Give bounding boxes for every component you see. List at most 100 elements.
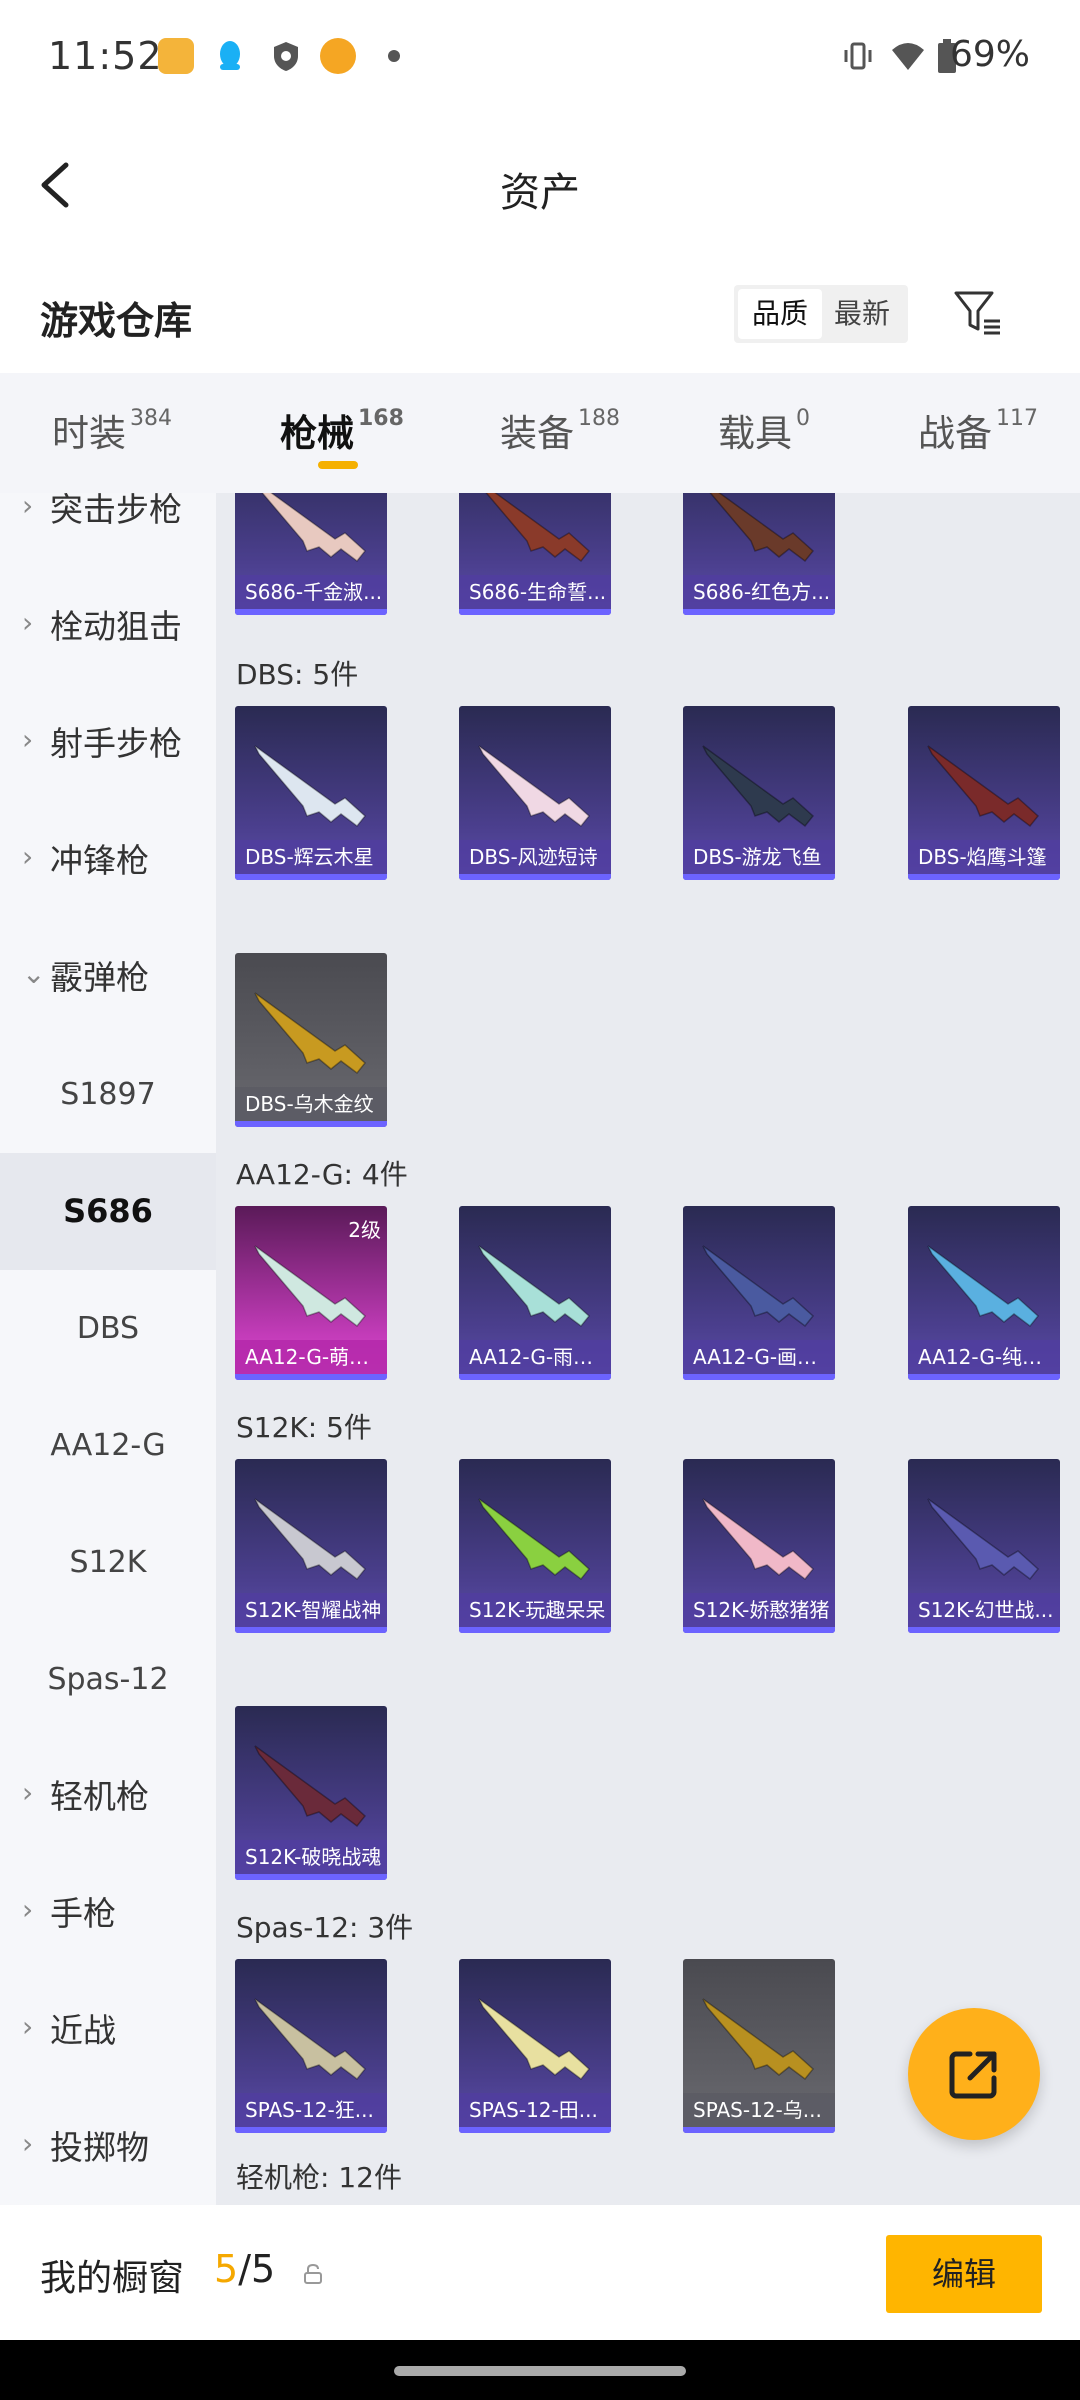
quality-strip	[235, 2127, 387, 2133]
tab-count: 0	[796, 405, 810, 431]
gun-skin-icon	[254, 1498, 367, 1581]
tab-count: 117	[996, 405, 1038, 431]
weapon-skin-name: S686-红色方...	[683, 575, 835, 609]
quality-strip	[683, 1374, 835, 1380]
weapon-skin-card[interactable]: SPAS-12-田...	[459, 1959, 611, 2133]
tab-equipment[interactable]: 装备 188	[500, 403, 620, 457]
sidebar-subitem[interactable]: S12K	[0, 1504, 216, 1621]
weapon-skin-name: SPAS-12-狂...	[235, 2093, 387, 2127]
gun-skin-icon	[254, 1745, 367, 1828]
filter-button[interactable]	[950, 285, 1006, 341]
showcase-total: 5	[251, 2247, 276, 2291]
sort-newest-button[interactable]: 最新	[820, 289, 904, 339]
edit-button[interactable]: 编辑	[886, 2235, 1042, 2313]
sidebar-subitem[interactable]: Spas-12	[0, 1621, 216, 1738]
weapon-skin-card[interactable]: DBS-辉云木星	[235, 706, 387, 880]
sidebar-category[interactable]: › 轻机枪	[0, 1738, 216, 1855]
section-title: Spas-12: 3件	[236, 1911, 414, 1944]
tab-fashion[interactable]: 时装 384	[52, 403, 172, 457]
weapon-skin-name: AA12-G-画境...	[683, 1340, 835, 1374]
sidebar-label: S1897	[60, 1077, 156, 1112]
sidebar-category[interactable]: ⌄ 霰弹枪	[0, 919, 216, 1036]
showcase-title: 我的橱窗	[40, 2258, 185, 2299]
quality-strip	[683, 874, 835, 880]
section-title: 轻机枪: 12件	[236, 2161, 402, 2194]
weapon-skin-name: S686-千金淑...	[235, 575, 387, 609]
sidebar-subitem[interactable]: DBS	[0, 1270, 216, 1387]
gun-skin-icon	[254, 992, 367, 1075]
sidebar-category[interactable]: › 射手步枪	[0, 685, 216, 802]
weapon-skin-card[interactable]: DBS-游龙飞鱼	[683, 706, 835, 880]
tab-count: 384	[130, 405, 172, 431]
gun-skin-icon	[254, 1245, 367, 1328]
sidebar-category[interactable]: › 突击步枪	[0, 493, 216, 568]
sidebar-label: 冲锋枪	[50, 841, 149, 880]
weapon-skin-card[interactable]: S12K-玩趣呆呆	[459, 1459, 611, 1633]
sort-quality-button[interactable]: 品质	[738, 289, 822, 339]
tab-count: 168	[358, 405, 404, 431]
weapon-skin-card[interactable]: S686-红色方...	[683, 493, 835, 615]
weapon-skin-card[interactable]: DBS-乌木金纹	[235, 953, 387, 1127]
status-time: 11:52	[48, 34, 163, 78]
weapon-skin-card[interactable]: 2级 AA12-G-萌骑...	[235, 1206, 387, 1380]
quality-strip	[908, 1374, 1060, 1380]
weapon-skin-name: AA12-G-纯真...	[908, 1340, 1060, 1374]
quality-strip	[235, 609, 387, 615]
sidebar-category[interactable]: › 冲锋枪	[0, 802, 216, 919]
sidebar-category[interactable]: › 手枪	[0, 1855, 216, 1972]
vibrate-icon	[840, 38, 876, 74]
sidebar-label: 霰弹枪	[50, 958, 149, 997]
chevron-right-icon: ›	[22, 1893, 34, 1926]
tab-supplies[interactable]: 战备 117	[918, 403, 1038, 457]
weapon-skin-card[interactable]: AA12-G-画境...	[683, 1206, 835, 1380]
weapon-skin-card[interactable]: DBS-风迹短诗	[459, 706, 611, 880]
warehouse-header: 游戏仓库 品质 最新	[0, 255, 1080, 373]
sidebar-label: 近战	[50, 2011, 116, 2050]
sidebar-category[interactable]: › 近战	[0, 1972, 216, 2089]
weapon-skin-card[interactable]: S12K-破晓战魂	[235, 1706, 387, 1880]
level-badge: 2级	[348, 1218, 381, 1242]
chevron-right-icon: ›	[22, 606, 34, 639]
sidebar-subitem[interactable]: S686	[0, 1153, 216, 1270]
weapon-skin-card[interactable]: SPAS-12-乌...	[683, 1959, 835, 2133]
sidebar-label: AA12-G	[50, 1428, 166, 1463]
weapon-skin-name: S686-生命誓...	[459, 575, 611, 609]
weapon-skin-card[interactable]: DBS-焰鹰斗篷	[908, 706, 1060, 880]
chevron-right-icon: ›	[22, 2010, 34, 2043]
weapon-skin-card[interactable]: S12K-幻世战...	[908, 1459, 1060, 1633]
tab-vehicles[interactable]: 载具 0	[718, 403, 810, 457]
filter-icon	[954, 291, 1000, 335]
quality-strip	[459, 1627, 611, 1633]
weapon-skin-card[interactable]: AA12-G-雨过...	[459, 1206, 611, 1380]
weapon-skin-name: AA12-G-雨过...	[459, 1340, 611, 1374]
sidebar-label: 栓动狙击	[50, 607, 182, 646]
quality-strip	[908, 1627, 1060, 1633]
tab-firearms[interactable]: 枪械 168	[280, 403, 404, 457]
share-button[interactable]	[908, 2008, 1040, 2140]
home-gesture-pill[interactable]	[394, 2366, 686, 2376]
gun-skin-icon	[702, 1245, 815, 1328]
sidebar-subitem[interactable]: S1897	[0, 1036, 216, 1153]
system-nav-bar	[0, 2340, 1080, 2400]
sidebar-category[interactable]: › 投掷物	[0, 2089, 216, 2205]
weapon-skin-card[interactable]: S12K-智耀战神	[235, 1459, 387, 1633]
weapon-grid: S686-千金淑... S686-生命誓... S686-红色方... DBS: 5件…	[216, 493, 1080, 2205]
weapon-skin-card[interactable]: S12K-娇憨猪猪	[683, 1459, 835, 1633]
weapon-skin-name: S12K-幻世战...	[908, 1593, 1060, 1627]
weapon-skin-card[interactable]: S686-生命誓...	[459, 493, 611, 615]
sidebar-label: S12K	[69, 1545, 147, 1580]
battery-percent: 69%	[949, 34, 1030, 75]
tab-label: 载具	[718, 412, 792, 455]
tab-label: 战备	[918, 412, 992, 455]
quality-strip	[459, 874, 611, 880]
sidebar-category[interactable]: › 栓动狙击	[0, 568, 216, 685]
active-tab-indicator	[318, 461, 358, 469]
tab-count: 188	[578, 405, 620, 431]
sidebar-subitem[interactable]: AA12-G	[0, 1387, 216, 1504]
weapon-skin-card[interactable]: AA12-G-纯真...	[908, 1206, 1060, 1380]
weapon-skin-card[interactable]: S686-千金淑...	[235, 493, 387, 615]
gun-skin-icon	[927, 745, 1040, 828]
weapon-skin-card[interactable]: SPAS-12-狂...	[235, 1959, 387, 2133]
sidebar-label: Spas-12	[47, 1662, 169, 1697]
weapon-skin-name: DBS-游龙飞鱼	[683, 840, 835, 874]
